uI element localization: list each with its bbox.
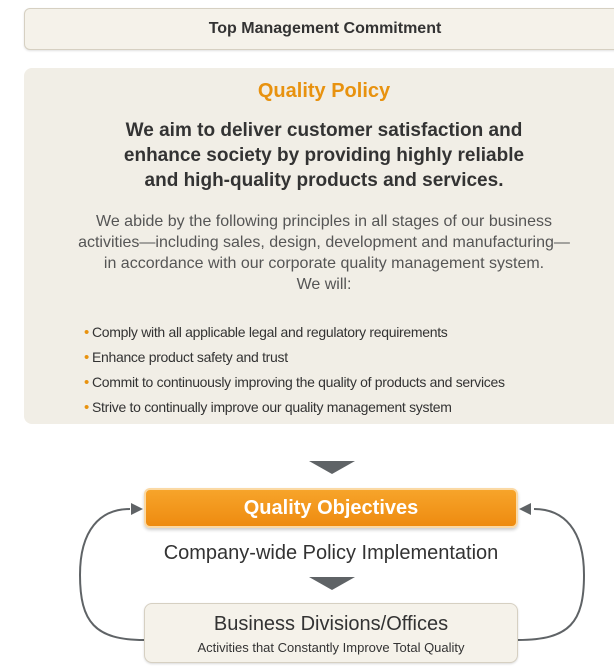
- top-management-commitment-label: Top Management Commitment: [208, 20, 442, 37]
- quality-objectives-label: Quality Objectives: [243, 496, 419, 519]
- arrow-head-left-icon: [519, 503, 531, 515]
- policy-statement-line: enhance society by providing highly reli…: [123, 145, 525, 166]
- bullet-item: • Comply with all applicable legal and re…: [84, 320, 604, 345]
- quality-policy-title: Quality Policy: [257, 80, 391, 102]
- policy-statement: We aim to deliver customer satisfaction …: [24, 118, 614, 193]
- bullet-dot-icon: •: [84, 399, 89, 416]
- down-arrow-icon: [309, 461, 355, 474]
- top-management-commitment-box: Top Management Commitment: [24, 8, 614, 50]
- bullet-dot-icon: •: [84, 374, 89, 391]
- bullet-text: Enhance product safety and trust: [91, 349, 288, 365]
- implementation-label: Company-wide Policy Implementation: [163, 542, 499, 564]
- principles-line: in accordance with our corporate quality…: [103, 255, 545, 272]
- bullet-text: Strive to continually improve our qualit…: [91, 399, 452, 415]
- business-divisions-subtitle: Activities that Constantly Improve Total…: [197, 640, 465, 655]
- business-divisions-box: Business Divisions/Offices Activities th…: [144, 603, 518, 663]
- bullet-dot-icon: •: [84, 349, 89, 366]
- policy-statement-line: We aim to deliver customer satisfaction …: [125, 120, 523, 141]
- principles-line: We will:: [296, 276, 352, 293]
- business-divisions-title: Business Divisions/Offices: [213, 613, 449, 635]
- quality-objectives-box: Quality Objectives: [144, 488, 518, 528]
- policy-bullet-list: • Comply with all applicable legal and re…: [84, 320, 604, 420]
- bullet-text: Comply with all applicable legal and reg…: [91, 324, 448, 340]
- bullet-item: • Strive to continually improve our quali…: [84, 395, 604, 420]
- bullet-text: Commit to continuously improving the qua…: [91, 374, 505, 390]
- policy-principles: We abide by the following principles in …: [24, 211, 614, 295]
- principles-line: We abide by the following principles in …: [96, 213, 552, 230]
- arrow-head-right-icon: [131, 503, 143, 515]
- principles-line: activities—including sales, design, deve…: [78, 234, 570, 251]
- bullet-dot-icon: •: [84, 324, 89, 341]
- down-arrow-icon: [309, 577, 355, 590]
- policy-statement-line: and high-quality products and services.: [144, 170, 504, 191]
- bullet-item: • Commit to continuously improving the qu…: [84, 370, 604, 395]
- bullet-item: • Enhance product safety and trust: [84, 345, 604, 370]
- cycle-arrow-left: [78, 508, 145, 641]
- cycle-arrow-right: [517, 508, 586, 641]
